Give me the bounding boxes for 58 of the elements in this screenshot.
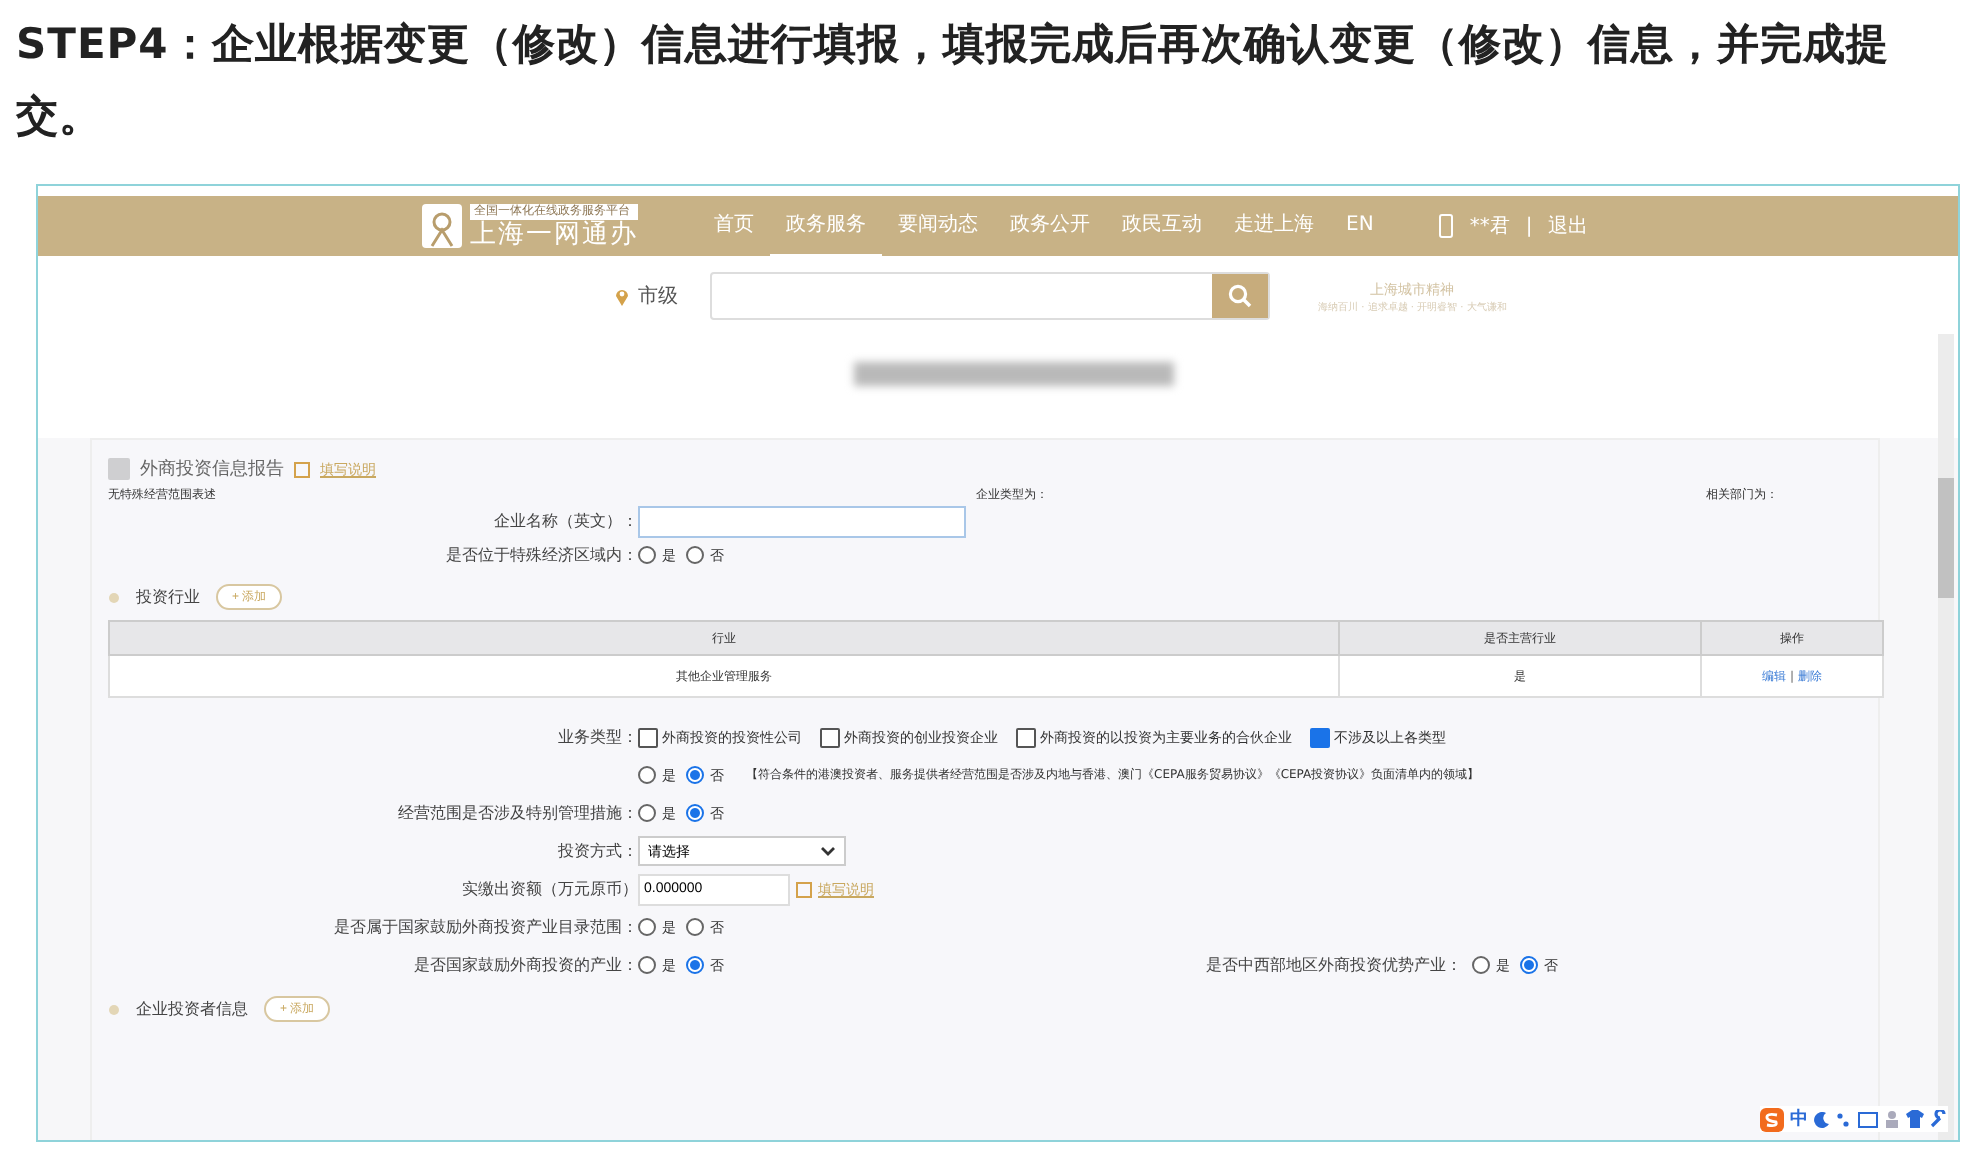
- robot-logo-icon: [422, 204, 462, 248]
- punctuation-icon: [1836, 1111, 1852, 1127]
- field-label: 是否中西部地区外商投资优势产业：: [1206, 954, 1462, 976]
- radio-button[interactable]: [638, 918, 656, 936]
- nav-link[interactable]: 走进上海: [1218, 195, 1330, 257]
- nav-link[interactable]: EN: [1330, 195, 1390, 257]
- checkbox[interactable]: [638, 727, 658, 747]
- field-label: 是否位于特殊经济区域内：: [444, 544, 638, 566]
- field-label: 企业名称（英文）：: [492, 510, 638, 532]
- location-label[interactable]: 市级: [638, 282, 678, 310]
- shirt-icon: [1906, 1110, 1924, 1128]
- chevron-down-icon: [820, 846, 836, 856]
- radio-button[interactable]: [686, 804, 704, 822]
- radio-button[interactable]: [638, 766, 656, 784]
- user-name: **君: [1469, 214, 1510, 240]
- wrench-icon: [1930, 1110, 1948, 1128]
- step-heading: STEP4：企业根据变更（修改）信息进行填报，填报完成后再次确认变更（修改）信息，并完成提交。: [14, 18, 1891, 144]
- nav-link[interactable]: 政务公开: [994, 195, 1106, 257]
- radio-button[interactable]: [638, 956, 656, 974]
- field-label: 实缴出资额（万元原币）: [460, 878, 638, 900]
- nav-link[interactable]: 政务服务: [770, 195, 882, 257]
- radio-button[interactable]: [1520, 956, 1538, 974]
- separator-text: |: [1525, 215, 1533, 237]
- nav-link[interactable]: 首页: [698, 195, 770, 257]
- phone-icon: [1437, 214, 1454, 238]
- field-label: 投资方式：: [556, 840, 638, 862]
- field-label: 经营范围是否涉及特别管理措施：: [396, 802, 638, 824]
- logo-title: 上海一网通办: [470, 219, 638, 249]
- radio-button[interactable]: [638, 804, 656, 822]
- search-icon: [1228, 284, 1252, 308]
- radio-button[interactable]: [686, 766, 704, 784]
- checkbox[interactable]: [1016, 727, 1036, 747]
- section-title: 企业投资者信息: [136, 998, 248, 1020]
- nav-link[interactable]: 政民互动: [1106, 195, 1218, 257]
- note-icon: [294, 461, 310, 477]
- scrollbar-thumb[interactable]: [1938, 478, 1954, 598]
- language-indicator[interactable]: 中: [1790, 1106, 1808, 1132]
- logout-link[interactable]: 退出: [1548, 212, 1589, 240]
- keyboard-icon: [1858, 1111, 1878, 1127]
- person-icon: [1884, 1110, 1900, 1128]
- nav-link[interactable]: 要闻动态: [882, 195, 994, 257]
- checkbox[interactable]: [1310, 727, 1330, 747]
- field-label: 是否属于国家鼓励外商投资产业目录范围：: [332, 916, 638, 938]
- location-pin-icon: [614, 286, 630, 306]
- radio-button[interactable]: [686, 956, 704, 974]
- field-label: 是否国家鼓励外商投资的产业：: [412, 954, 638, 976]
- moon-icon: [1814, 1111, 1830, 1127]
- radio-button[interactable]: [1472, 956, 1490, 974]
- checkbox[interactable]: [820, 727, 840, 747]
- note-icon: [796, 881, 812, 897]
- radio-button[interactable]: [638, 546, 656, 564]
- radio-button[interactable]: [686, 918, 704, 936]
- input-field[interactable]: [638, 505, 966, 537]
- field-label: 业务类型：: [556, 726, 638, 748]
- section-title: 投资行业: [136, 586, 200, 608]
- radio-button[interactable]: [686, 546, 704, 564]
- search-field[interactable]: [710, 272, 1270, 320]
- report-title: 外商投资信息报告: [140, 457, 284, 482]
